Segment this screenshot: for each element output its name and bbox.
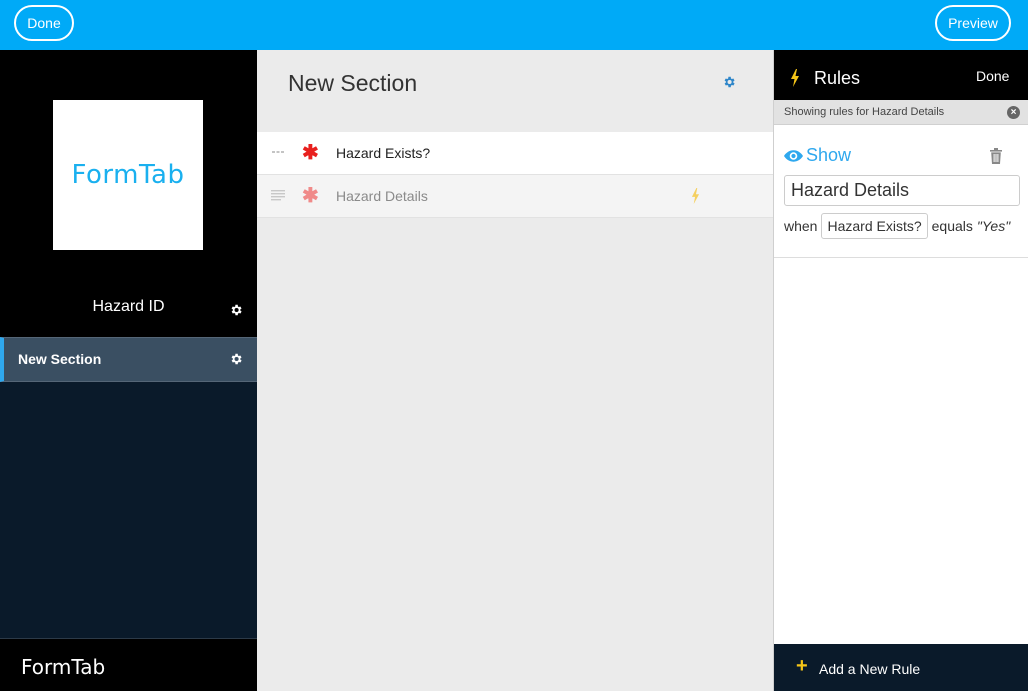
form-logo[interactable]: FormTab xyxy=(53,100,203,250)
form-header: FormTab Hazard ID xyxy=(0,50,257,337)
bolt-icon xyxy=(791,69,799,87)
section-gear-icon[interactable] xyxy=(722,75,736,89)
sidebar-footer: FormTab xyxy=(0,638,257,691)
form-name: Hazard ID xyxy=(92,298,165,315)
rules-filter-bar: Showing rules for Hazard Details × xyxy=(774,100,1028,125)
field-label: Hazard Details xyxy=(336,188,428,204)
operator-label[interactable]: equals xyxy=(932,218,973,234)
when-label: when xyxy=(784,218,818,234)
rule-action-select[interactable]: Show xyxy=(806,145,851,166)
rules-filter-text: Showing rules for Hazard Details xyxy=(784,106,945,118)
sidebar-item-label: New Section xyxy=(18,351,102,367)
rule-condition: when Hazard Exists? equals "Yes" xyxy=(784,213,1010,239)
add-rule-button[interactable]: Add a New Rule xyxy=(819,661,920,677)
bolt-icon[interactable] xyxy=(691,188,700,204)
sidebar: FormTab Hazard ID New Section FormTab xyxy=(0,50,257,691)
sidebar-item-new-section[interactable]: New Section xyxy=(0,337,257,382)
section-settings-gear-icon[interactable] xyxy=(229,352,243,366)
drag-handle-icon[interactable] xyxy=(271,188,285,202)
field-label: Hazard Exists? xyxy=(336,145,431,161)
rules-panel: Rules Done Showing rules for Hazard Deta… xyxy=(773,50,1028,691)
rules-title: Rules xyxy=(814,68,861,88)
drag-handle-icon[interactable] xyxy=(271,145,285,159)
footer-brand: FormTab xyxy=(21,655,106,679)
field-row[interactable]: ✱ Hazard Exists? xyxy=(257,132,773,175)
done-button[interactable]: Done xyxy=(14,5,74,41)
rule-target-field[interactable]: Hazard Details xyxy=(784,175,1020,206)
required-asterisk-icon: ✱ xyxy=(302,185,319,207)
eye-icon xyxy=(784,150,803,162)
rule-card: Show Hazard Details when Hazard Exists? … xyxy=(774,126,1028,258)
rules-header: Rules Done xyxy=(774,50,1028,100)
rules-done-button[interactable]: Done xyxy=(976,68,1009,84)
trash-icon[interactable] xyxy=(990,148,1002,164)
logo-text: FormTab xyxy=(71,160,185,190)
required-asterisk-icon: ✱ xyxy=(302,142,319,164)
plus-icon: + xyxy=(796,655,808,677)
section-title: New Section xyxy=(288,70,418,96)
field-row[interactable]: ✱ Hazard Details xyxy=(257,175,773,218)
form-settings-gear-icon[interactable] xyxy=(229,303,243,317)
close-icon[interactable]: × xyxy=(1007,106,1020,119)
condition-field-select[interactable]: Hazard Exists? xyxy=(821,213,928,239)
add-rule-bar[interactable]: + Add a New Rule xyxy=(774,644,1028,691)
preview-button[interactable]: Preview xyxy=(935,5,1011,41)
condition-value[interactable]: "Yes" xyxy=(977,218,1010,234)
section-editor: New Section ✱ Hazard Exists? ✱ Hazard De… xyxy=(257,50,773,691)
top-bar: Done Preview xyxy=(0,0,1028,50)
